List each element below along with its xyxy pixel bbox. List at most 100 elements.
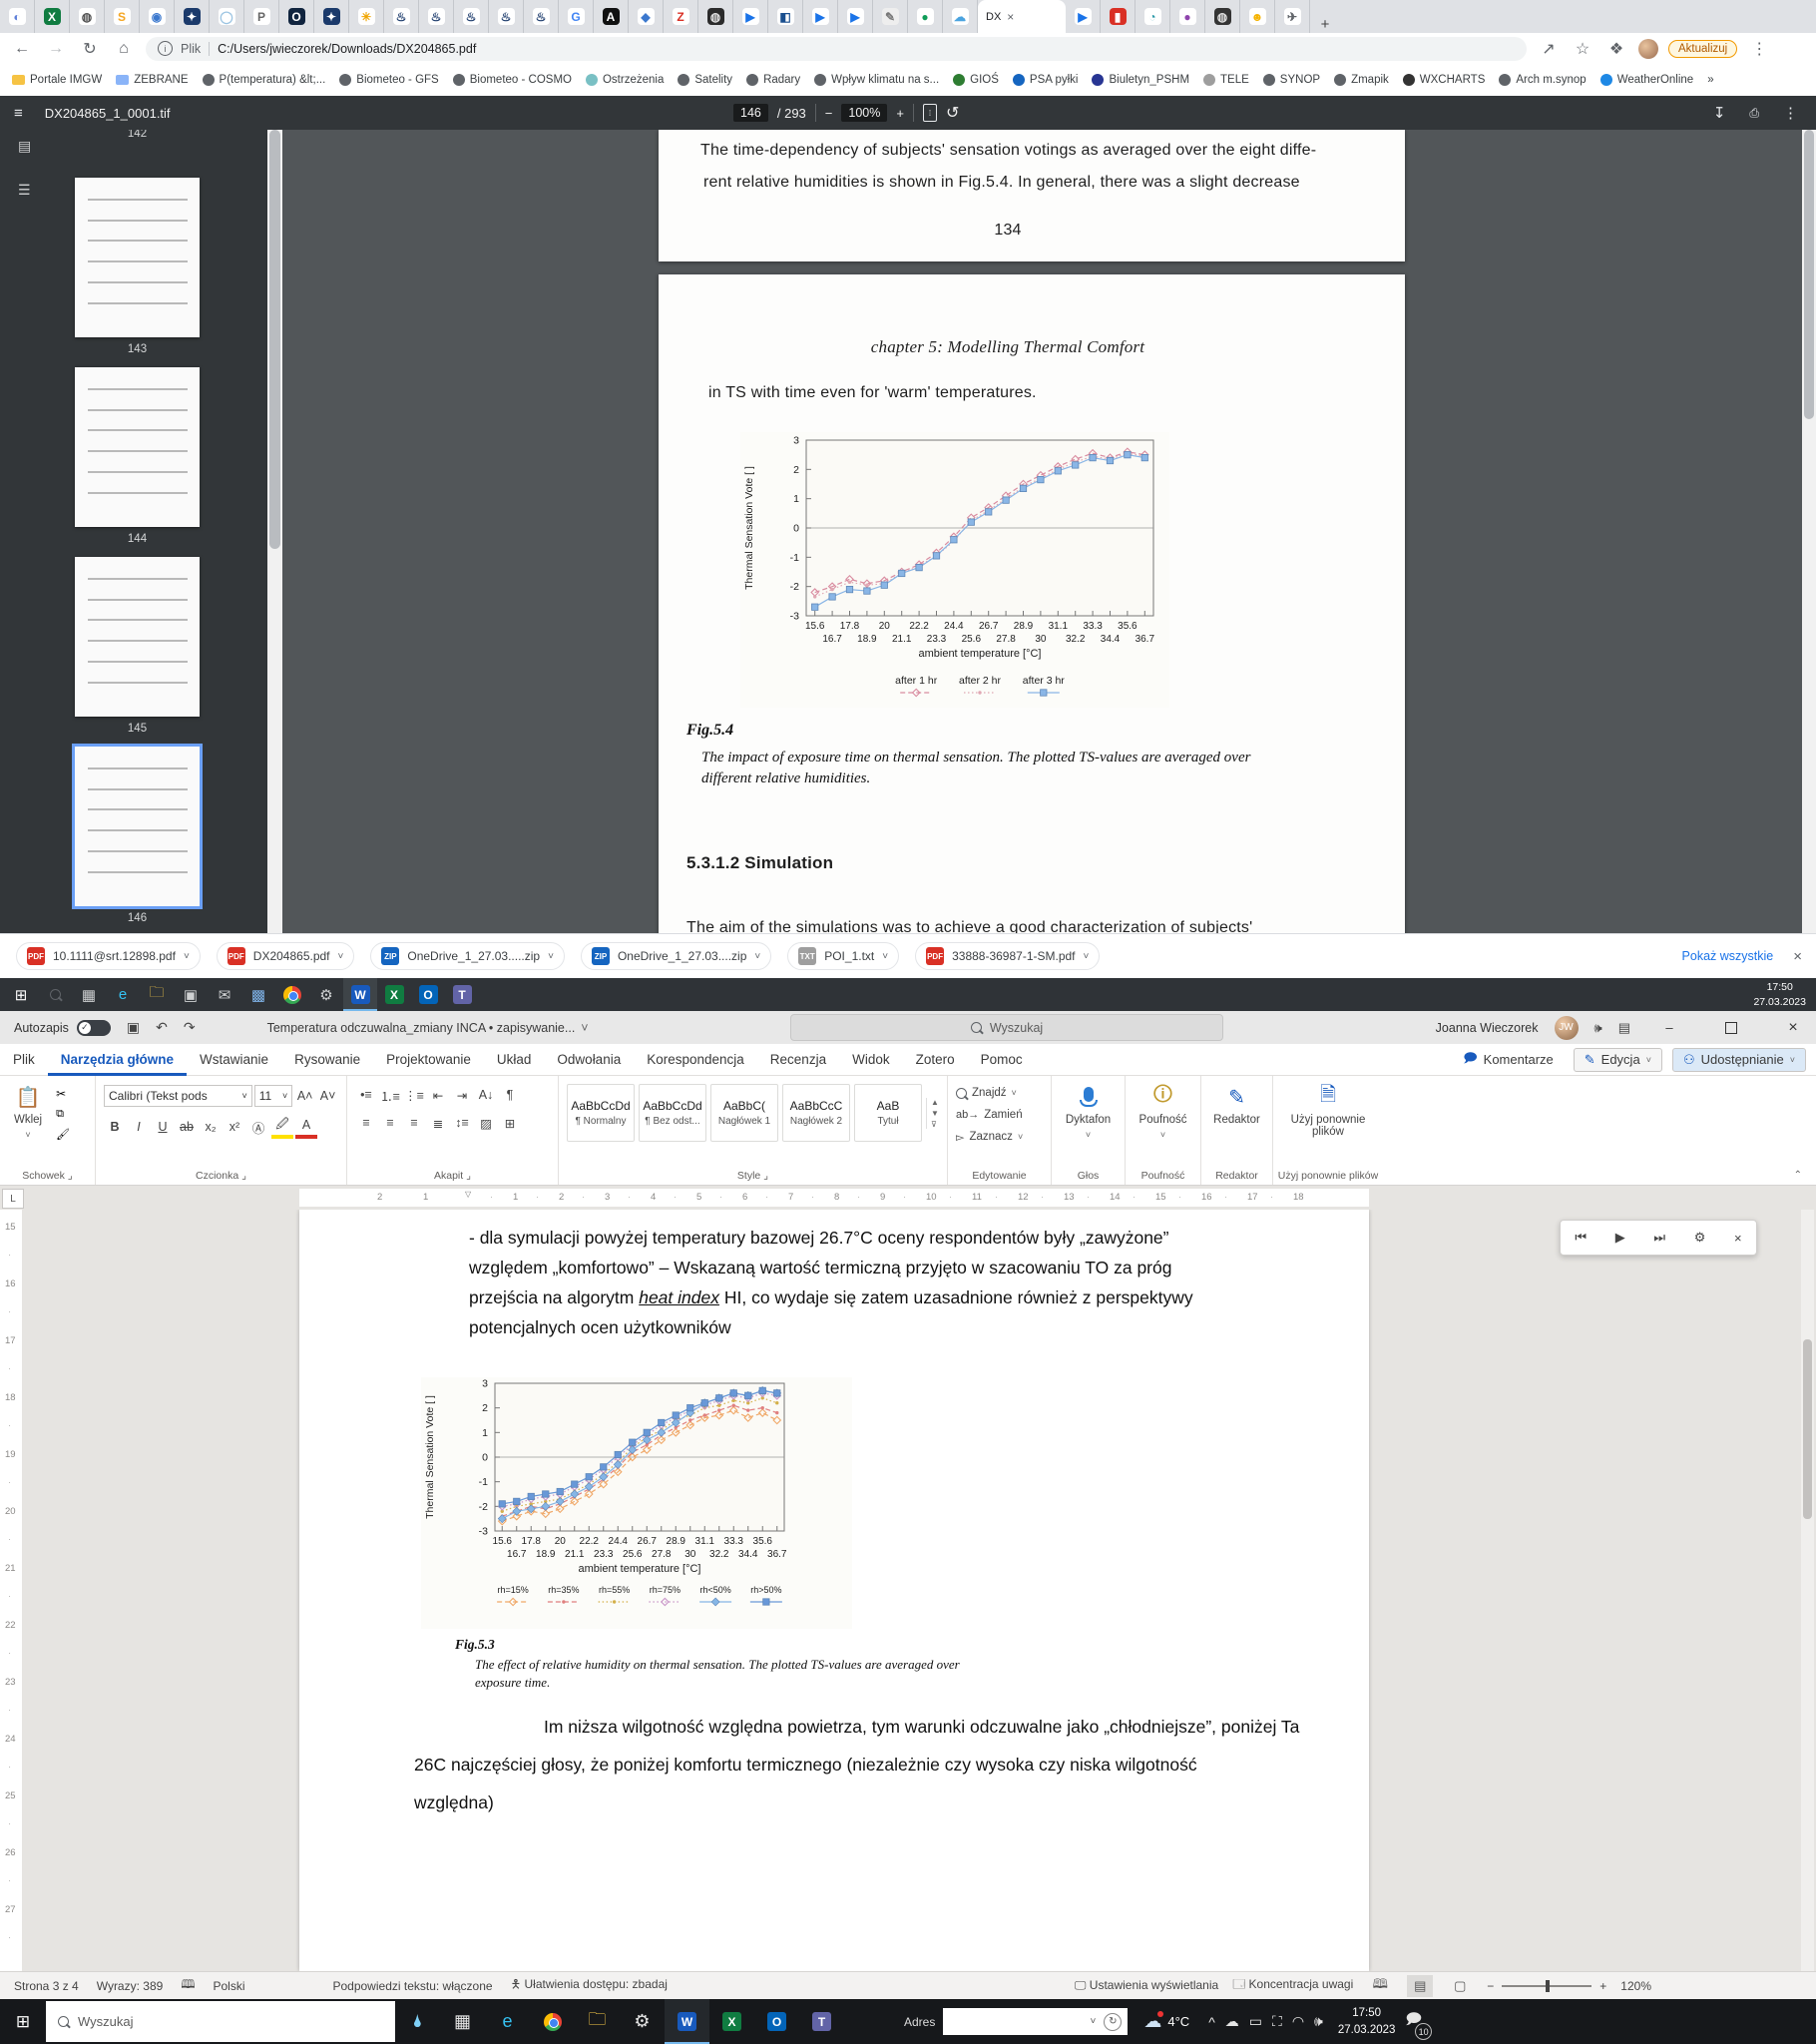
undo-icon[interactable]: ↶ (156, 1019, 168, 1036)
grow-font-icon[interactable]: A˄ (294, 1086, 315, 1106)
sort-icon[interactable]: A↓ (475, 1085, 497, 1105)
numbering-icon[interactable]: ⒈≡ (379, 1085, 401, 1105)
zoom-track[interactable] (1502, 1985, 1591, 1987)
line-spacing-icon[interactable]: ↕≡ (451, 1113, 473, 1133)
replace-button[interactable]: ab→Zamień (956, 1104, 1043, 1126)
pinned-tab[interactable]: ♨ (384, 0, 419, 33)
download-item[interactable]: TXTPOI_1.txt˅ (787, 942, 899, 970)
bookmarks-overflow-icon[interactable]: » (1707, 74, 1713, 86)
previous-paragraph-icon[interactable]: ⏮ (1575, 1230, 1587, 1246)
taskbar1-clock[interactable]: 17:5027.03.2023 (1753, 980, 1806, 1008)
superscript-icon[interactable]: x² (224, 1117, 245, 1137)
taskbar-icon-excel[interactable]: X (377, 978, 411, 1011)
taskbar-icon-start[interactable]: ⊞ (4, 978, 38, 1011)
pinned-tab[interactable]: S (105, 0, 140, 33)
style-gallery-item[interactable]: AaBbC(Nagłówek 1 (710, 1084, 778, 1142)
taskbar-icon-teams[interactable]: T (799, 1999, 844, 2044)
select-button[interactable]: ▻Zaznacz˅ (956, 1126, 1043, 1148)
tray-icon[interactable]: 🕪 (1314, 2013, 1323, 2030)
pinned-tab[interactable]: ✦ (314, 0, 349, 33)
web-layout-icon[interactable]: ▢ (1447, 1975, 1473, 1997)
pinned-tab[interactable]: ● (1170, 0, 1205, 33)
zoom-out-icon[interactable]: − (825, 106, 833, 121)
pinned-tab[interactable]: G (559, 0, 594, 33)
save-icon[interactable]: ▣ (127, 1019, 140, 1036)
redo-icon[interactable]: ↷ (184, 1019, 196, 1036)
download-item[interactable]: PDFDX204865.pdf˅ (217, 942, 355, 970)
zoom-percentage[interactable]: 120% (1620, 1979, 1651, 1993)
pinned-tab[interactable]: ♨ (419, 0, 454, 33)
pinned-tab[interactable]: ◐ (0, 0, 35, 33)
weather-icon[interactable]: ☁ (1143, 2011, 1161, 2032)
align-right-icon[interactable]: ≡ (403, 1113, 425, 1133)
word-count[interactable]: Wyrazy: 389 (97, 1979, 164, 1993)
reload-icon[interactable]: ↻ (78, 39, 102, 59)
tab-widok[interactable]: Widok (839, 1044, 903, 1076)
taskbar-icon-word[interactable]: W (665, 1999, 709, 2044)
pinned-tab[interactable]: ✎ (873, 0, 908, 33)
taskbar-icon-store[interactable]: ▣ (174, 978, 208, 1011)
bookmark-item[interactable]: Biuletyn_PSHM (1092, 74, 1189, 86)
pinned-tab[interactable]: P (244, 0, 279, 33)
strikethrough-icon[interactable]: ab (176, 1117, 198, 1137)
chrome-update-button[interactable]: Aktualizuj (1668, 40, 1737, 58)
reuse-files-button[interactable]: 🗎 Użyj ponownieplików (1281, 1082, 1375, 1140)
borders-icon[interactable]: ⊞ (499, 1113, 521, 1133)
close-button[interactable]: × (1770, 1011, 1816, 1044)
highlight-icon[interactable]: 🖉 (271, 1115, 293, 1139)
taskbar-icon-edge[interactable]: e (485, 1999, 530, 2044)
address-bar[interactable]: i Plik C:/Users/jwieczorek/Downloads/DX2… (146, 37, 1527, 61)
document-page[interactable]: - dla symulacji powyżej temperatury bazo… (299, 1210, 1369, 1971)
bookmark-item[interactable]: Arch m.synop (1499, 74, 1586, 86)
taskbar-icon-photos[interactable]: ▩ (241, 978, 275, 1011)
tray-icon[interactable]: ▭ (1249, 2013, 1262, 2030)
read-mode-icon[interactable]: 🕮 (1367, 1975, 1393, 1997)
increase-indent-icon[interactable]: ⇥ (451, 1085, 473, 1105)
taskbar-icon-chrome[interactable] (275, 978, 309, 1011)
font-color-icon[interactable]: A (295, 1115, 317, 1139)
zoom-knob[interactable] (1546, 1980, 1550, 1992)
bullets-icon[interactable]: •≡ (355, 1085, 377, 1105)
pinned-tab[interactable]: ● (908, 0, 943, 33)
read-settings-icon[interactable]: ⚙ (1694, 1230, 1706, 1246)
pinned-tab[interactable]: ▶ (1066, 0, 1101, 33)
text-predictions[interactable]: Podpowiedzi tekstu: włączone (332, 1979, 492, 1993)
bookmark-item[interactable]: TELE (1203, 74, 1249, 86)
download-item[interactable]: PDF10.1111@srt.12898.pdf˅ (16, 942, 201, 970)
paste-button[interactable]: 📋 Wklej˅ (8, 1082, 48, 1142)
bookmark-item[interactable]: Radary (746, 74, 800, 86)
language-indicator[interactable]: Polski (213, 1979, 244, 1993)
chrome-profile-avatar[interactable] (1638, 39, 1658, 59)
notification-center-icon[interactable]: 🗩10 (1405, 2009, 1422, 2034)
tab-wstawianie[interactable]: Wstawianie (187, 1044, 281, 1076)
print-icon[interactable]: ⎙ (1749, 106, 1759, 121)
bookmark-item[interactable]: PSA pyłki (1013, 74, 1079, 86)
user-name[interactable]: Joanna Wieczorek (1436, 1021, 1539, 1035)
copy-icon[interactable]: ⧉ (56, 1108, 70, 1121)
bookmark-item[interactable]: Wpływ klimatu na s... (814, 74, 939, 86)
download-item[interactable]: ZIPOneDrive_1_27.03....zip˅ (581, 942, 771, 970)
pdf-thumbnail[interactable] (75, 747, 200, 906)
tray-icon[interactable]: ◠ (1292, 2013, 1304, 2030)
download-icon[interactable]: ↧ (1713, 104, 1726, 122)
bold-icon[interactable]: B (104, 1117, 126, 1137)
styles-more-icon[interactable]: ⊽ (931, 1120, 939, 1129)
outline-panel-icon[interactable]: ☰ (18, 182, 31, 199)
pinned-tab[interactable]: ☁ (943, 0, 978, 33)
address-caret-icon[interactable]: ˅ (1091, 2016, 1097, 2027)
italic-icon[interactable]: I (128, 1117, 150, 1137)
pinned-tab[interactable]: ▶ (838, 0, 873, 33)
tab-selector[interactable]: L (2, 1189, 24, 1209)
comments-button[interactable]: 🗩Komentarze (1453, 1046, 1564, 1074)
forward-icon[interactable]: → (44, 40, 68, 58)
editor-button[interactable]: ✎ Redaktor (1209, 1082, 1264, 1128)
restore-button[interactable] (1708, 1011, 1754, 1044)
pinned-tab[interactable]: ◉ (140, 0, 175, 33)
pinned-tab[interactable]: Z (664, 0, 698, 33)
pinned-tab[interactable]: X (35, 0, 70, 33)
ribbon-options-icon[interactable]: ▤ (1618, 1020, 1630, 1036)
styles-up-icon[interactable]: ▲ (931, 1098, 939, 1107)
pdf-scrollbar[interactable] (1802, 130, 1816, 933)
tab-uk-ad[interactable]: Układ (484, 1044, 545, 1076)
zoom-in-icon[interactable]: + (896, 106, 904, 121)
